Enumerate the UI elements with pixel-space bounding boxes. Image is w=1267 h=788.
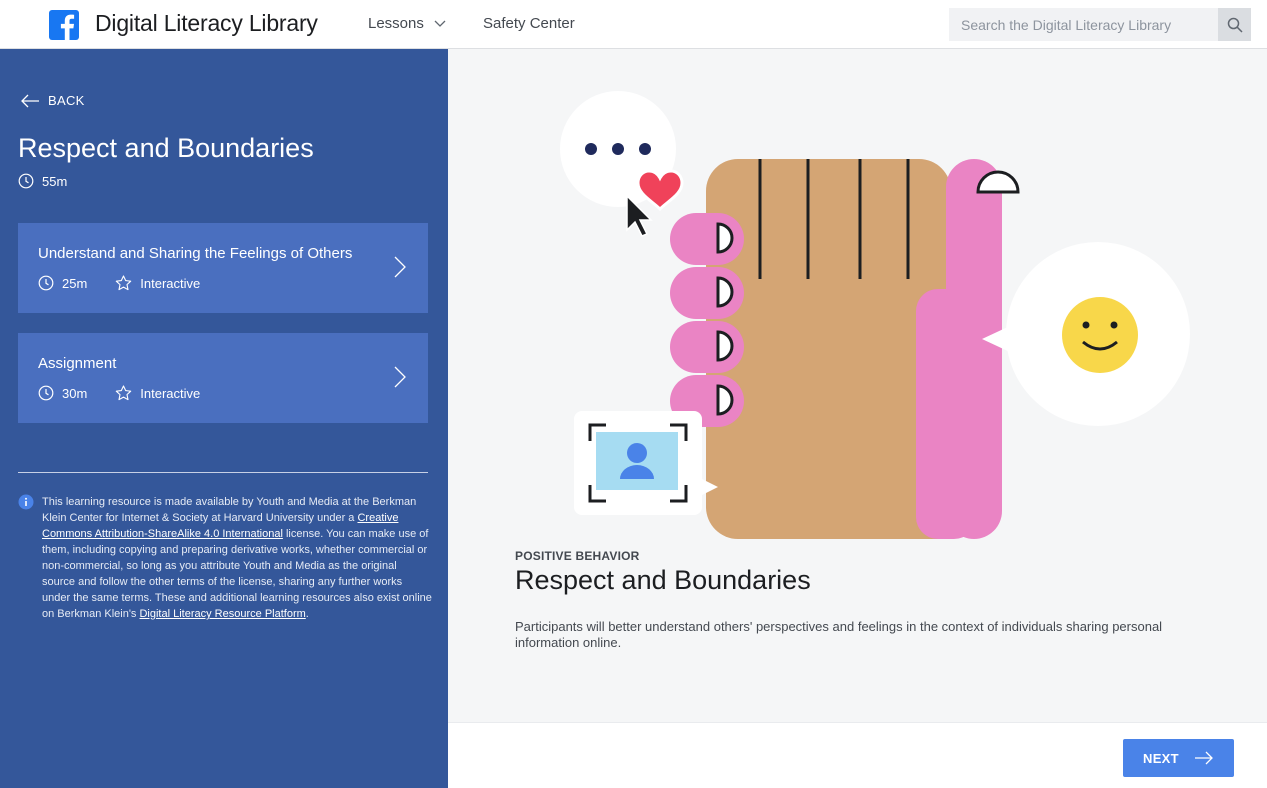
search-bar — [949, 8, 1251, 41]
page-title: Respect and Boundaries — [515, 565, 811, 595]
nav-lessons-label: Lessons — [368, 15, 424, 32]
lesson-sidebar: BACK Respect and Boundaries 55m Understa… — [0, 49, 448, 788]
activity-card-feelings[interactable]: Understand and Sharing the Feelings of O… — [18, 223, 428, 313]
divider — [18, 472, 428, 473]
license-notice: This learning resource is made available… — [42, 494, 432, 622]
info-icon — [18, 494, 34, 510]
nav-safety-center[interactable]: Safety Center — [483, 15, 575, 32]
lesson-duration-value: 55m — [42, 173, 68, 189]
license-text: license. You can make use of them, inclu… — [42, 528, 432, 620]
activity-duration: 25m — [62, 275, 88, 291]
back-button[interactable]: BACK — [20, 93, 85, 108]
activity-meta: 30m Interactive — [38, 385, 200, 401]
next-button[interactable]: NEXT — [1123, 739, 1234, 777]
nav-lessons-dropdown[interactable]: Lessons — [368, 15, 446, 32]
star-icon — [116, 275, 132, 291]
activity-card-assignment[interactable]: Assignment 30m Interactive — [18, 333, 428, 423]
lesson-category: POSITIVE BEHAVIOR — [515, 549, 640, 563]
site-title[interactable]: Digital Literacy Library — [95, 10, 318, 37]
star-icon — [116, 385, 132, 401]
resource-platform-link[interactable]: Digital Literacy Resource Platform — [139, 608, 305, 620]
chevron-right-icon — [394, 366, 406, 388]
next-label: NEXT — [1143, 750, 1179, 766]
footer-bar: NEXT — [448, 722, 1267, 788]
activity-title: Assignment — [38, 355, 117, 372]
activity-type: Interactive — [140, 385, 201, 401]
lesson-title: Respect and Boundaries — [18, 133, 314, 163]
activity-meta: 25m Interactive — [38, 275, 200, 291]
lesson-description: Participants will better understand othe… — [515, 619, 1163, 650]
back-label: BACK — [48, 93, 85, 108]
clock-icon — [38, 385, 54, 401]
hand-illustration — [560, 91, 1190, 539]
clock-icon — [18, 173, 34, 189]
search-input[interactable] — [949, 8, 1218, 41]
chevron-down-icon — [434, 20, 446, 27]
lesson-duration: 55m — [18, 173, 67, 189]
arrow-right-icon — [1195, 751, 1213, 765]
search-icon — [1227, 17, 1243, 33]
activity-type: Interactive — [140, 275, 201, 291]
activity-duration: 30m — [62, 385, 88, 401]
clock-icon — [38, 275, 54, 291]
facebook-logo-icon[interactable] — [49, 10, 79, 40]
activity-title: Understand and Sharing the Feelings of O… — [38, 245, 353, 262]
chevron-right-icon — [394, 256, 406, 278]
arrow-left-icon — [21, 94, 39, 107]
top-header: Digital Literacy Library Lessons Safety … — [0, 0, 1267, 49]
search-button[interactable] — [1218, 8, 1251, 41]
main-content: POSITIVE BEHAVIOR Respect and Boundaries… — [448, 49, 1267, 722]
license-text: . — [305, 608, 309, 620]
